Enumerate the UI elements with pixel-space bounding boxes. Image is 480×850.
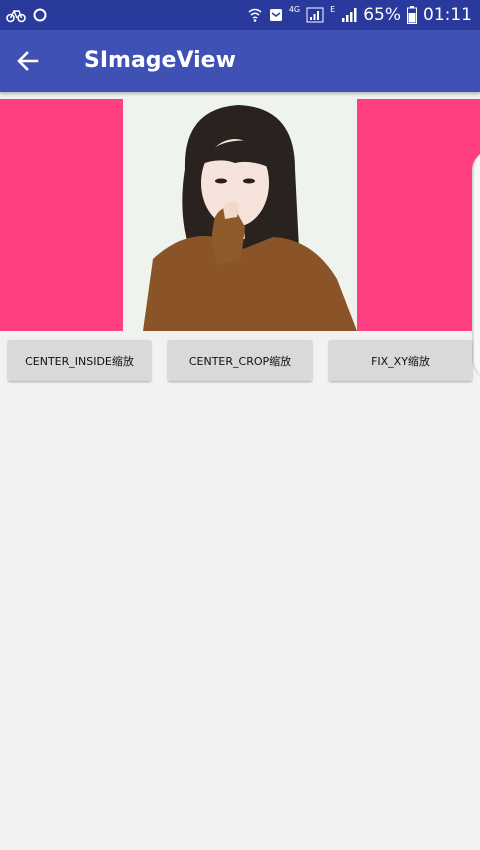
center-inside-button[interactable]: CENTER_INSIDE缩放 (8, 340, 151, 381)
center-crop-button[interactable]: CENTER_CROP缩放 (168, 340, 312, 381)
battery-percent: 65% (363, 5, 401, 25)
cell-signal-icon (342, 8, 357, 22)
app-bar: SImageView (0, 30, 480, 92)
arrow-back-icon (17, 51, 39, 71)
overscroll-edge (472, 150, 480, 380)
circle-notification-icon (33, 8, 47, 22)
battery-icon (407, 6, 417, 24)
message-notification-icon (269, 9, 282, 21)
signal-icon (306, 7, 324, 23)
back-button[interactable] (10, 43, 46, 79)
wifi-icon (248, 8, 262, 22)
network-type-label: 4G (288, 5, 301, 14)
portrait-photo (123, 99, 357, 331)
fix-xy-button[interactable]: FIX_XY缩放 (329, 340, 472, 381)
page-title: SImageView (84, 48, 236, 73)
bicycle-icon (6, 10, 26, 23)
clock: 01:11 (423, 5, 472, 25)
status-bar: 4G E 65% 01:11 (0, 0, 480, 30)
signal-label: E (330, 5, 336, 14)
simage-view (0, 99, 480, 331)
